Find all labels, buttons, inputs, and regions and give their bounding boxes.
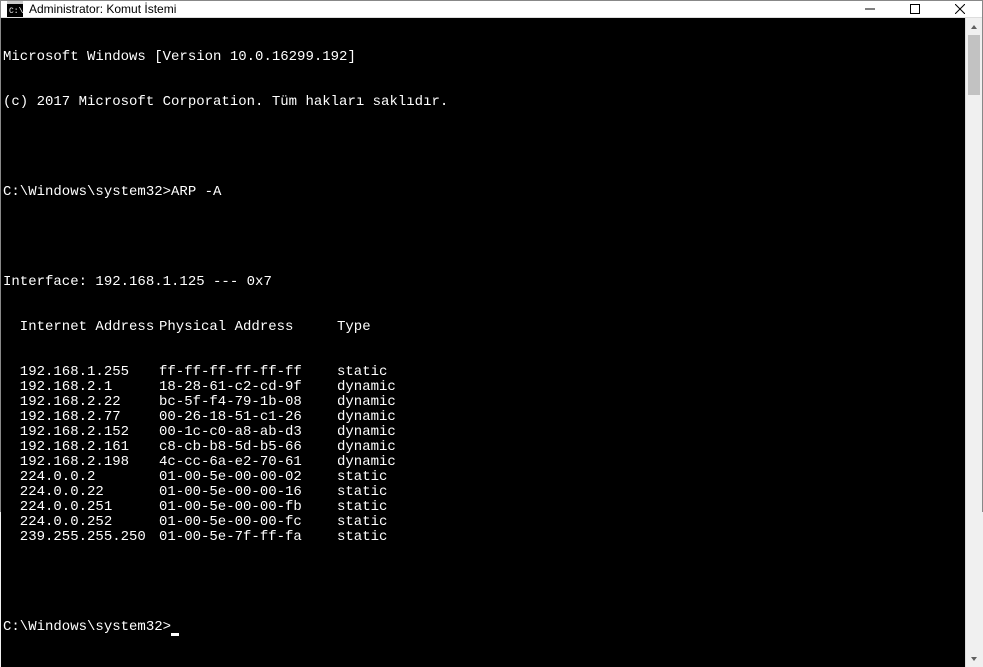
arp-mac-cell: 01-00-5e-00-00-02 [159,470,337,485]
arp-type-cell: static [337,500,387,515]
window-title: Administrator: Komut İstemi [29,2,847,16]
arp-ip-cell: 192.168.1.255 [3,365,159,380]
header-physical-address: Physical Address [159,320,337,335]
arp-ip-cell: 192.168.2.152 [3,425,159,440]
arp-table-row: 192.168.2.1984c-cc-6a-e2-70-61dynamic [3,455,963,470]
arp-type-cell: static [337,485,387,500]
arp-table-row: 224.0.0.2201-00-5e-00-00-16static [3,485,963,500]
arp-type-cell: dynamic [337,440,396,455]
console-area: Microsoft Windows [Version 10.0.16299.19… [1,18,982,667]
minimize-button[interactable] [847,1,892,17]
arp-mac-cell: 4c-cc-6a-e2-70-61 [159,455,337,470]
prompt-path: C:\Windows\system32> [3,619,171,635]
scroll-up-arrow[interactable] [966,18,982,35]
arp-type-cell: dynamic [337,380,396,395]
arp-ip-cell: 224.0.0.252 [3,515,159,530]
arp-type-cell: static [337,515,387,530]
arp-table-row: 224.0.0.25101-00-5e-00-00-fbstatic [3,500,963,515]
arp-table-row: 192.168.2.118-28-61-c2-cd-9fdynamic [3,380,963,395]
arp-mac-cell: c8-cb-b8-5d-b5-66 [159,440,337,455]
prompt-path: C:\Windows\system32> [3,184,171,200]
arp-ip-cell: 192.168.2.77 [3,410,159,425]
svg-text:C:\: C:\ [9,7,23,16]
interface-line: Interface: 192.168.1.125 --- 0x7 [3,275,963,290]
arp-table-row: 224.0.0.25201-00-5e-00-00-fcstatic [3,515,963,530]
arp-table-row: 192.168.2.15200-1c-c0-a8-ab-d3dynamic [3,425,963,440]
arp-table-row: 224.0.0.201-00-5e-00-00-02static [3,470,963,485]
arp-mac-cell: 01-00-5e-00-00-16 [159,485,337,500]
arp-ip-cell: 239.255.255.250 [3,530,159,545]
maximize-button[interactable] [892,1,937,17]
arp-mac-cell: 00-26-18-51-c1-26 [159,410,337,425]
titlebar[interactable]: C:\ Administrator: Komut İstemi [1,1,982,18]
arp-mac-cell: 01-00-5e-7f-ff-fa [159,530,337,545]
arp-table-row: 192.168.2.161c8-cb-b8-5d-b5-66dynamic [3,440,963,455]
arp-ip-cell: 224.0.0.2 [3,470,159,485]
arp-ip-cell: 192.168.2.198 [3,455,159,470]
banner-version: Microsoft Windows [Version 10.0.16299.19… [3,50,963,65]
arp-mac-cell: 00-1c-c0-a8-ab-d3 [159,425,337,440]
arp-mac-cell: ff-ff-ff-ff-ff-ff [159,365,337,380]
arp-ip-cell: 192.168.2.22 [3,395,159,410]
prompt-line-1: C:\Windows\system32>ARP -A [3,185,963,200]
console-output[interactable]: Microsoft Windows [Version 10.0.16299.19… [1,18,965,667]
arp-ip-cell: 192.168.2.1 [3,380,159,395]
arp-table-body: 192.168.1.255ff-ff-ff-ff-ff-ffstatic 192… [3,365,963,545]
cmd-icon: C:\ [7,1,23,17]
arp-type-cell: static [337,530,387,545]
blank-line [3,140,963,155]
arp-ip-cell: 192.168.2.161 [3,440,159,455]
arp-ip-cell: 224.0.0.22 [3,485,159,500]
arp-table-row: 192.168.2.22bc-5f-f4-79-1b-08dynamic [3,395,963,410]
vertical-scrollbar[interactable] [965,18,982,667]
prompt-command: ARP -A [171,184,221,200]
arp-type-cell: dynamic [337,425,396,440]
arp-type-cell: dynamic [337,395,396,410]
command-prompt-window: C:\ Administrator: Komut İstemi Microsof… [0,0,983,512]
prompt-line-2: C:\Windows\system32> [3,620,963,635]
arp-header-row: Internet AddressPhysical AddressType [3,320,963,335]
arp-table-row: 192.168.1.255ff-ff-ff-ff-ff-ffstatic [3,365,963,380]
arp-type-cell: static [337,365,387,380]
arp-mac-cell: 01-00-5e-00-00-fb [159,500,337,515]
arp-type-cell: dynamic [337,455,396,470]
banner-copyright: (c) 2017 Microsoft Corporation. Tüm hakl… [3,95,963,110]
header-internet-address: Internet Address [3,320,159,335]
arp-table-row: 192.168.2.7700-26-18-51-c1-26dynamic [3,410,963,425]
header-type: Type [337,320,371,335]
arp-mac-cell: bc-5f-f4-79-1b-08 [159,395,337,410]
arp-ip-cell: 224.0.0.251 [3,500,159,515]
cursor [171,633,179,636]
arp-mac-cell: 01-00-5e-00-00-fc [159,515,337,530]
arp-type-cell: dynamic [337,410,396,425]
scroll-thumb[interactable] [968,35,980,95]
arp-mac-cell: 18-28-61-c2-cd-9f [159,380,337,395]
scroll-down-arrow[interactable] [966,650,982,667]
blank-line [3,230,963,245]
arp-table-row: 239.255.255.25001-00-5e-7f-ff-fastatic [3,530,963,545]
arp-type-cell: static [337,470,387,485]
blank-line [3,575,963,590]
window-controls [847,1,982,17]
close-button[interactable] [937,1,982,17]
